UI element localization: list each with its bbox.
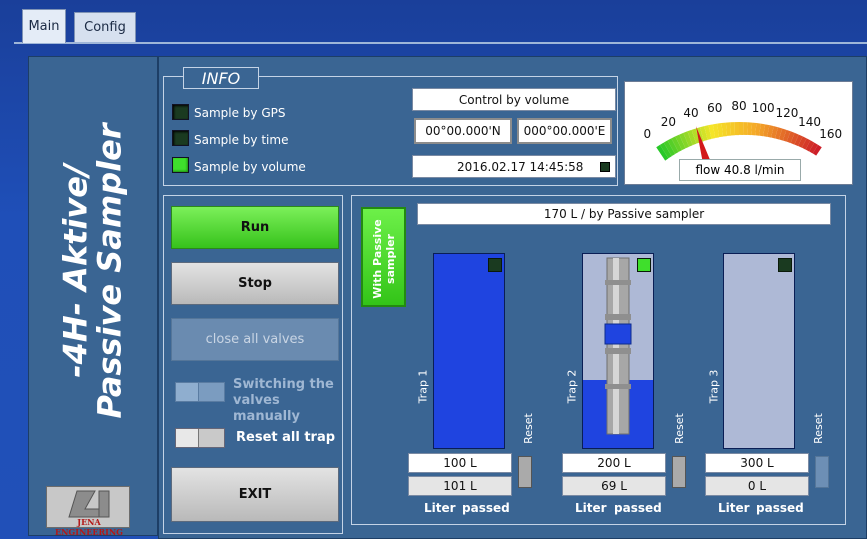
reset-all-label: Reset all trap xyxy=(236,430,336,445)
flow-readout: flow 40.8 l/min xyxy=(679,159,801,181)
trap-3-led xyxy=(778,258,792,272)
trap-3-passed-caption: passed xyxy=(756,501,804,515)
switch-valves-label: Switching the valves manually xyxy=(233,377,334,424)
trap-3-reset-slider[interactable] xyxy=(815,456,829,488)
gauge-band-segment xyxy=(739,122,744,135)
trap-1-tank xyxy=(433,253,505,449)
gauge-band-segment xyxy=(743,122,748,136)
gauge-tick-label: 160 xyxy=(819,127,842,141)
trap-1-led xyxy=(488,258,502,272)
tab-main-label: Main xyxy=(28,19,60,34)
trap-3-reset-label: Reset xyxy=(811,413,825,444)
trap-1-reset-label: Reset xyxy=(521,413,535,444)
trap-2-reset-label: Reset xyxy=(672,413,686,444)
trap-3-target[interactable]: 300 L xyxy=(705,453,809,473)
trap-1-fill xyxy=(434,254,504,448)
tab-main[interactable]: Main xyxy=(22,9,66,43)
exit-button[interactable]: EXIT xyxy=(171,467,339,522)
trap-3-passed: 0 L xyxy=(705,476,809,496)
trap-2-target[interactable]: 200 L xyxy=(562,453,666,473)
side-title: -4H- Aktive/Passive Sampler xyxy=(28,56,158,486)
trap-2-label: Trap 2 xyxy=(565,369,579,404)
gauge-tick-label: 0 xyxy=(643,127,651,141)
longitude-field: 000°00.000'E xyxy=(517,118,612,144)
trap-2-tank xyxy=(582,253,654,449)
passive-sampler-label: With Passive sampler xyxy=(371,219,397,299)
passive-sampler-toggle[interactable]: With Passive sampler xyxy=(361,207,406,307)
time-led-label: Sample by time xyxy=(194,133,289,147)
trap-3-tank xyxy=(723,253,795,449)
gauge-tick-label: 60 xyxy=(707,101,722,115)
datetime-field: 2016.02.17 14:45:58 xyxy=(412,155,616,178)
gps-led xyxy=(172,104,189,120)
trap-2-led xyxy=(637,258,651,272)
trap-1-passed: 101 L xyxy=(408,476,512,496)
trap-3-label: Trap 3 xyxy=(707,369,721,404)
time-led xyxy=(172,130,189,146)
gauge-tick-label: 80 xyxy=(731,99,746,113)
gauge-tick-label: 120 xyxy=(775,106,798,120)
gauge-tick-label: 100 xyxy=(752,101,775,115)
volume-led xyxy=(172,157,189,173)
gauge-tick-label: 20 xyxy=(661,115,676,129)
tab-config-label: Config xyxy=(84,20,126,35)
gauge-tick-label: 40 xyxy=(683,106,698,120)
company-logo: JENA ENGINEERING xyxy=(46,486,130,537)
close-valves-button[interactable]: close all valves xyxy=(171,318,339,361)
trap-1-target[interactable]: 100 L xyxy=(408,453,512,473)
datetime-status-icon xyxy=(600,162,610,172)
stop-button[interactable]: Stop xyxy=(171,262,339,305)
info-legend: INFO xyxy=(183,67,259,89)
reset-all-toggle[interactable] xyxy=(175,428,225,448)
flow-gauge: 0 20 40 60 80 100 120 140 160 flow 40.8 l/min xyxy=(624,81,853,185)
latitude-field: 00°00.000'N xyxy=(414,118,512,144)
switch-valves-toggle[interactable] xyxy=(175,382,225,402)
app-title: -4H- Aktive/Passive Sampler xyxy=(57,123,130,419)
tab-bar-line xyxy=(14,42,867,44)
trap-2-passed-caption: passed xyxy=(614,501,662,515)
passive-sampler-tube-icon xyxy=(604,257,632,435)
logo-text: JENA ENGINEERING xyxy=(54,517,124,537)
gauge-band-segment xyxy=(730,122,736,136)
gps-led-label: Sample by GPS xyxy=(194,106,286,120)
gauge-band-segment xyxy=(734,122,739,136)
datetime-text: 2016.02.17 14:45:58 xyxy=(457,159,584,174)
mode-field: Control by volume xyxy=(412,88,616,111)
run-button[interactable]: Run xyxy=(171,206,339,249)
volume-led-label: Sample by volume xyxy=(194,160,306,174)
trap-1-passed-caption: passed xyxy=(462,501,510,515)
trap-1-reset-slider[interactable] xyxy=(518,456,532,488)
trap-3-liter-caption: Liter xyxy=(718,501,750,515)
trap-2-passed: 69 L xyxy=(562,476,666,496)
trap-1-liter-caption: Liter xyxy=(424,501,456,515)
sampler-status: 170 L / by Passive sampler xyxy=(417,203,831,225)
gauge-tick-label: 140 xyxy=(798,115,821,129)
trap-2-reset-slider[interactable] xyxy=(672,456,686,488)
trap-1-label: Trap 1 xyxy=(416,369,430,404)
trap-2-liter-caption: Liter xyxy=(575,501,607,515)
tab-config[interactable]: Config xyxy=(74,12,136,42)
